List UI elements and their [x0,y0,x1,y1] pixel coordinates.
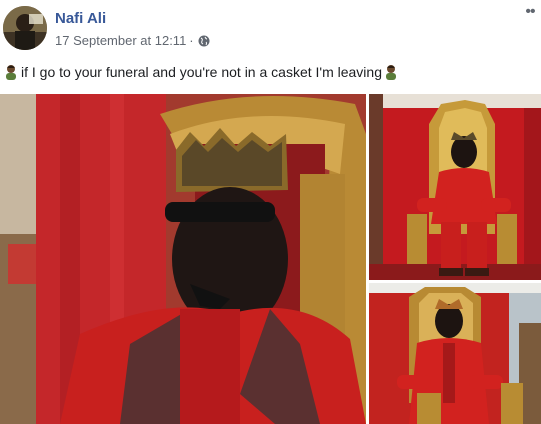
post-timestamp[interactable]: 17 September at 12:11 [55,33,186,48]
globe-icon[interactable] [198,35,210,47]
post-header: Nafi Ali 17 September at 12:11 · •• [0,0,541,58]
more-options-button[interactable]: •• [520,4,540,22]
photo-bottom-right[interactable] [369,283,541,424]
photo-bottom-right-image [369,283,541,424]
post-meta: 17 September at 12:11 · [55,33,210,48]
photo-top-right-image [369,94,541,280]
author-name[interactable]: Nafi Ali [55,10,106,27]
meta-separator: · [189,33,194,48]
avatar[interactable] [3,6,47,50]
avatar-image [3,6,47,50]
post-text: if I go to your funeral and you're not i… [21,64,382,80]
photo-main-image [0,94,366,424]
photo-top-right[interactable] [369,94,541,280]
man-emoji-icon [386,65,396,80]
photo-main[interactable] [0,94,366,424]
man-emoji-icon [6,65,16,80]
photo-grid [0,94,541,424]
post-text-row: if I go to your funeral and you're not i… [4,64,534,80]
